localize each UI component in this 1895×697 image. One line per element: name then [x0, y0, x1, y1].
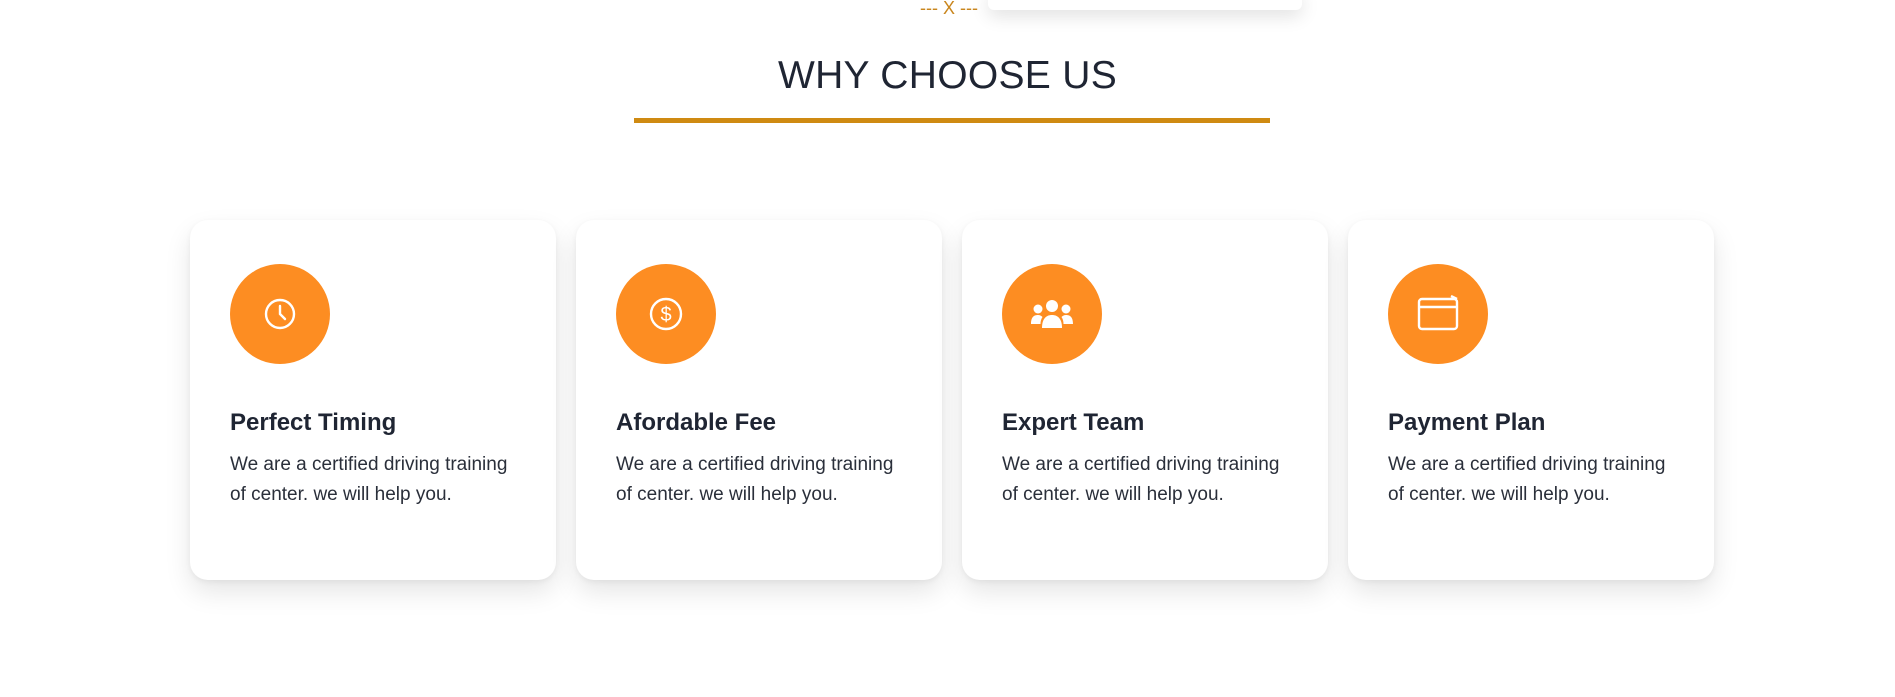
feature-title: Expert Team: [1002, 409, 1145, 436]
feature-description: We are a certified driving training of c…: [1002, 454, 1280, 505]
feature-description: We are a certified driving training of c…: [616, 454, 894, 505]
feature-card-perfect-timing: Perfect Timing We are a certified drivin…: [190, 220, 556, 580]
clock-icon: [230, 264, 330, 364]
feature-title: Payment Plan: [1388, 409, 1546, 436]
title-underline: [634, 118, 1270, 123]
divider-text: --- X ---: [920, 0, 978, 18]
svg-text:$: $: [660, 304, 671, 326]
features-grid: Perfect Timing We are a certified drivin…: [190, 220, 1714, 580]
floating-panel: [988, 0, 1302, 10]
feature-card-expert-team: Expert Team We are a certified driving t…: [962, 220, 1328, 580]
page: --- X --- WHY CHOOSE US Perfect Timing W…: [0, 0, 1895, 697]
feature-title: Perfect Timing: [230, 409, 397, 436]
feature-card-afordable-fee: $ Afordable Fee We are a certified drivi…: [576, 220, 942, 580]
section-title: WHY CHOOSE US: [777, 54, 1118, 97]
window-icon: [1388, 264, 1488, 364]
dollar-icon: $: [616, 264, 716, 364]
team-icon: [1002, 264, 1102, 364]
feature-title: Afordable Fee: [616, 409, 777, 436]
feature-description: We are a certified driving training of c…: [1388, 454, 1666, 505]
feature-card-payment-plan: Payment Plan We are a certified driving …: [1348, 220, 1714, 580]
feature-description: We are a certified driving training of c…: [230, 454, 508, 505]
